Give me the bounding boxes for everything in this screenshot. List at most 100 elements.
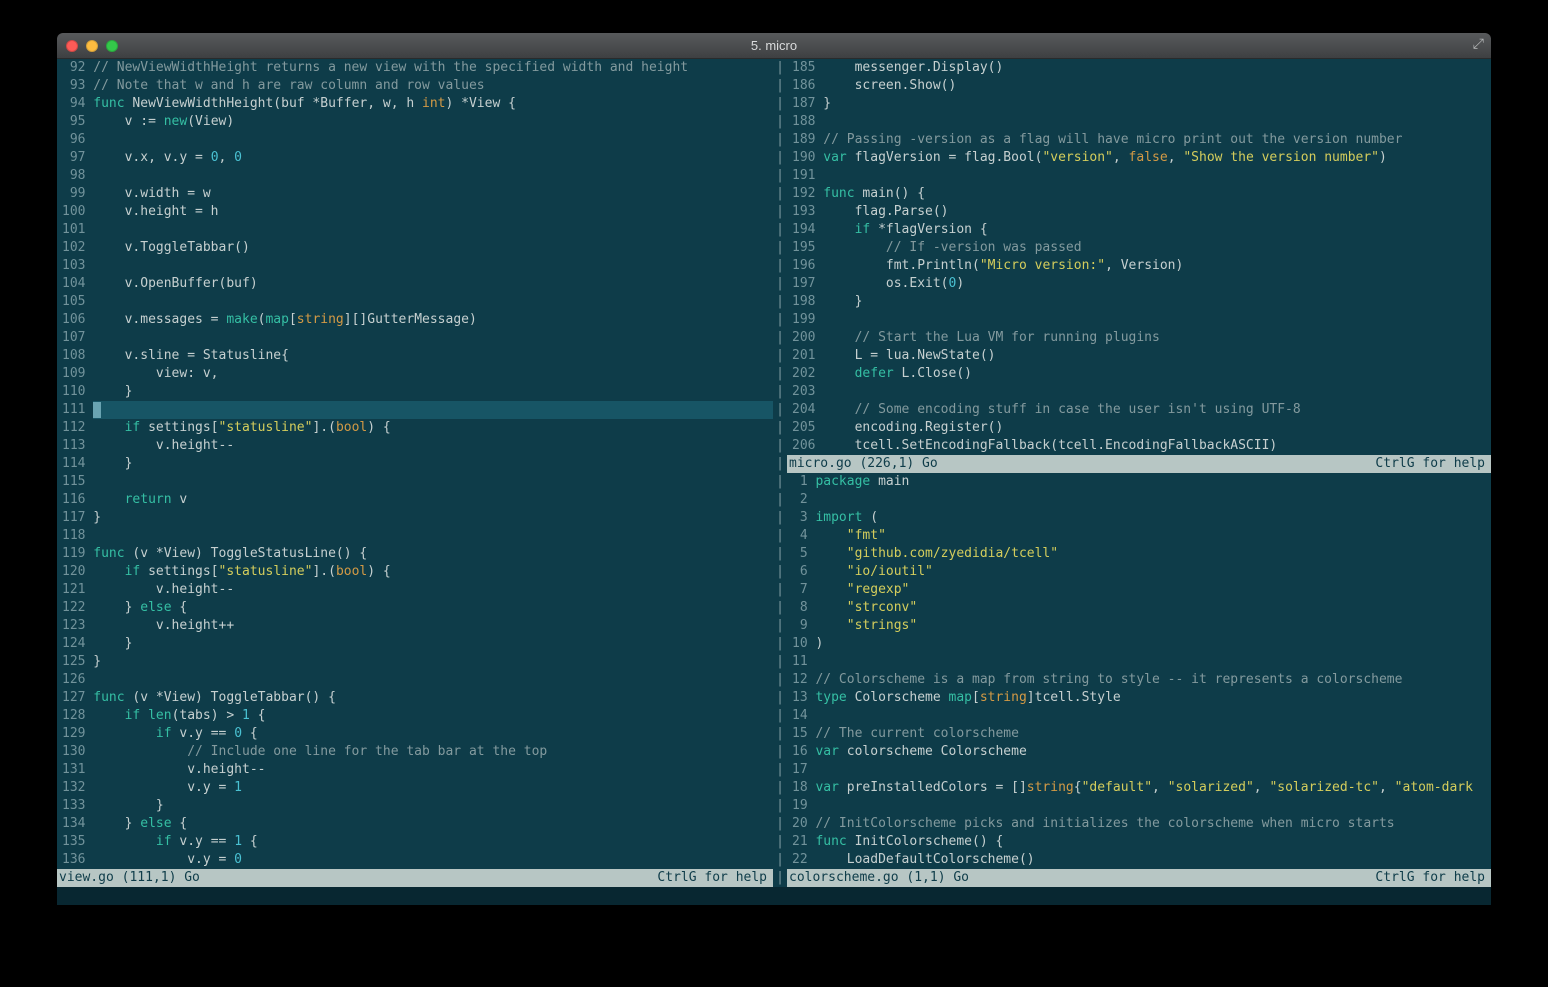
code-row[interactable]: 109 view: v, (57, 365, 773, 383)
code-row[interactable]: 129 if v.y == 0 { (57, 725, 773, 743)
code-row[interactable]: 124 } (57, 635, 773, 653)
code-row[interactable]: 189// Passing -version as a flag will ha… (787, 131, 1491, 149)
code-row[interactable]: 6 "io/ioutil" (787, 563, 1491, 581)
code-row[interactable]: 120 if settings["statusline"].(bool) { (57, 563, 773, 581)
code-row[interactable]: 201 L = lua.NewState() (787, 347, 1491, 365)
code-row[interactable]: 203 (787, 383, 1491, 401)
code-row[interactable]: 95 v := new(View) (57, 113, 773, 131)
code-row[interactable]: 94func NewViewWidthHeight(buf *Buffer, w… (57, 95, 773, 113)
code-row[interactable]: 93// Note that w and h are raw column an… (57, 77, 773, 95)
code-row[interactable]: 4 "fmt" (787, 527, 1491, 545)
close-button[interactable] (66, 40, 78, 52)
code-row[interactable]: 5 "github.com/zyedidia/tcell" (787, 545, 1491, 563)
code-row[interactable]: 102 v.ToggleTabbar() (57, 239, 773, 257)
code-row[interactable]: 20// InitColorscheme picks and initializ… (787, 815, 1491, 833)
code-row[interactable]: 118 (57, 527, 773, 545)
code-row[interactable]: 122 } else { (57, 599, 773, 617)
code-row[interactable]: 200 // Start the Lua VM for running plug… (787, 329, 1491, 347)
zoom-button[interactable] (106, 40, 118, 52)
code-row[interactable]: 185 messenger.Display() (787, 59, 1491, 77)
code-row[interactable]: 127func (v *View) ToggleTabbar() { (57, 689, 773, 707)
titlebar[interactable]: 5. micro ⤢ (57, 33, 1491, 59)
code-row[interactable]: 10) (787, 635, 1491, 653)
code-row[interactable]: 195 // If -version was passed (787, 239, 1491, 257)
code-row[interactable]: 22 LoadDefaultColorscheme() (787, 851, 1491, 869)
code-token: , (1254, 780, 1270, 795)
code-row[interactable]: 199 (787, 311, 1491, 329)
code-row[interactable]: 2 (787, 491, 1491, 509)
code-row[interactable]: 198 } (787, 293, 1491, 311)
code-row[interactable]: 125} (57, 653, 773, 671)
code-row[interactable]: 101 (57, 221, 773, 239)
code-row[interactable]: 119func (v *View) ToggleStatusLine() { (57, 545, 773, 563)
code-row[interactable]: 126 (57, 671, 773, 689)
code-row[interactable]: 190var flagVersion = flag.Bool("version"… (787, 149, 1491, 167)
code-row[interactable]: 17 (787, 761, 1491, 779)
code-row[interactable]: 117} (57, 509, 773, 527)
code-row[interactable]: 194 if *flagVersion { (787, 221, 1491, 239)
code-row[interactable]: 123 v.height++ (57, 617, 773, 635)
code-row[interactable]: 112 if settings["statusline"].(bool) { (57, 419, 773, 437)
code-row[interactable]: 98 (57, 167, 773, 185)
code-row[interactable]: 14 (787, 707, 1491, 725)
code-row[interactable]: 97 v.x, v.y = 0, 0 (57, 149, 773, 167)
code-row[interactable]: 7 "regexp" (787, 581, 1491, 599)
code-row[interactable]: 135 if v.y == 1 { (57, 833, 773, 851)
code-row[interactable]: 1package main (787, 473, 1491, 491)
code-row[interactable]: 202 defer L.Close() (787, 365, 1491, 383)
code-row[interactable]: 107 (57, 329, 773, 347)
code-row[interactable]: 197 os.Exit(0) (787, 275, 1491, 293)
pane-colorscheme-go[interactable]: 1package main23import (4 "fmt"5 "github.… (787, 473, 1491, 869)
code-row[interactable]: 134 } else { (57, 815, 773, 833)
code-row[interactable]: 128 if len(tabs) > 1 { (57, 707, 773, 725)
code-row[interactable]: 111 (57, 401, 773, 419)
code-row[interactable]: 96 (57, 131, 773, 149)
code-row[interactable]: 106 v.messages = make(map[string][]Gutte… (57, 311, 773, 329)
code-row[interactable]: 131 v.height-- (57, 761, 773, 779)
code-row[interactable]: 13type Colorscheme map[string]tcell.Styl… (787, 689, 1491, 707)
split-divider[interactable]: ||||||||||||||||||||||||||||||||||||||||… (773, 59, 787, 887)
code-row[interactable]: 136 v.y = 0 (57, 851, 773, 869)
code-row[interactable]: 187} (787, 95, 1491, 113)
code-row[interactable]: 121 v.height-- (57, 581, 773, 599)
code-row[interactable]: 132 v.y = 1 (57, 779, 773, 797)
code-row[interactable]: 105 (57, 293, 773, 311)
code-row[interactable]: 108 v.sline = Statusline{ (57, 347, 773, 365)
code-row[interactable]: 18var preInstalledColors = []string{"def… (787, 779, 1491, 797)
code-row[interactable]: 99 v.width = w (57, 185, 773, 203)
code-row[interactable]: 110 } (57, 383, 773, 401)
code-row[interactable]: 205 encoding.Register() (787, 419, 1491, 437)
code-row[interactable]: 204 // Some encoding stuff in case the u… (787, 401, 1491, 419)
minimize-button[interactable] (86, 40, 98, 52)
code-row[interactable]: 193 flag.Parse() (787, 203, 1491, 221)
code-row[interactable]: 3import ( (787, 509, 1491, 527)
code-row[interactable]: 15// The current colorscheme (787, 725, 1491, 743)
code-row[interactable]: 9 "strings" (787, 617, 1491, 635)
code-row[interactable]: 130 // Include one line for the tab bar … (57, 743, 773, 761)
code-row[interactable]: 92// NewViewWidthHeight returns a new vi… (57, 59, 773, 77)
code-row[interactable]: 196 fmt.Println("Micro version:", Versio… (787, 257, 1491, 275)
code-row[interactable]: 188 (787, 113, 1491, 131)
code-row[interactable]: 11 (787, 653, 1491, 671)
code-row[interactable]: 133 } (57, 797, 773, 815)
code-row[interactable]: 103 (57, 257, 773, 275)
pane-micro-go[interactable]: 185 messenger.Display()186 screen.Show()… (787, 59, 1491, 455)
code-row[interactable]: 16var colorscheme Colorscheme (787, 743, 1491, 761)
pane-view-go[interactable]: 92// NewViewWidthHeight returns a new vi… (57, 59, 773, 869)
code-row[interactable]: 8 "strconv" (787, 599, 1491, 617)
code-row[interactable]: 113 v.height-- (57, 437, 773, 455)
code-row[interactable]: 114 } (57, 455, 773, 473)
code-token: // Note that w and h are raw column and … (93, 78, 484, 93)
code-row[interactable]: 191 (787, 167, 1491, 185)
code-row[interactable]: 192func main() { (787, 185, 1491, 203)
code-row[interactable]: 12// Colorscheme is a map from string to… (787, 671, 1491, 689)
code-row[interactable]: 19 (787, 797, 1491, 815)
code-row[interactable]: 21func InitColorscheme() { (787, 833, 1491, 851)
code-row[interactable]: 206 tcell.SetEncodingFallback(tcell.Enco… (787, 437, 1491, 455)
code-row[interactable]: 104 v.OpenBuffer(buf) (57, 275, 773, 293)
code-row[interactable]: 186 screen.Show() (787, 77, 1491, 95)
fullscreen-icon[interactable]: ⤢ (1473, 37, 1484, 53)
code-row[interactable]: 116 return v (57, 491, 773, 509)
code-row[interactable]: 100 v.height = h (57, 203, 773, 221)
code-row[interactable]: 115 (57, 473, 773, 491)
